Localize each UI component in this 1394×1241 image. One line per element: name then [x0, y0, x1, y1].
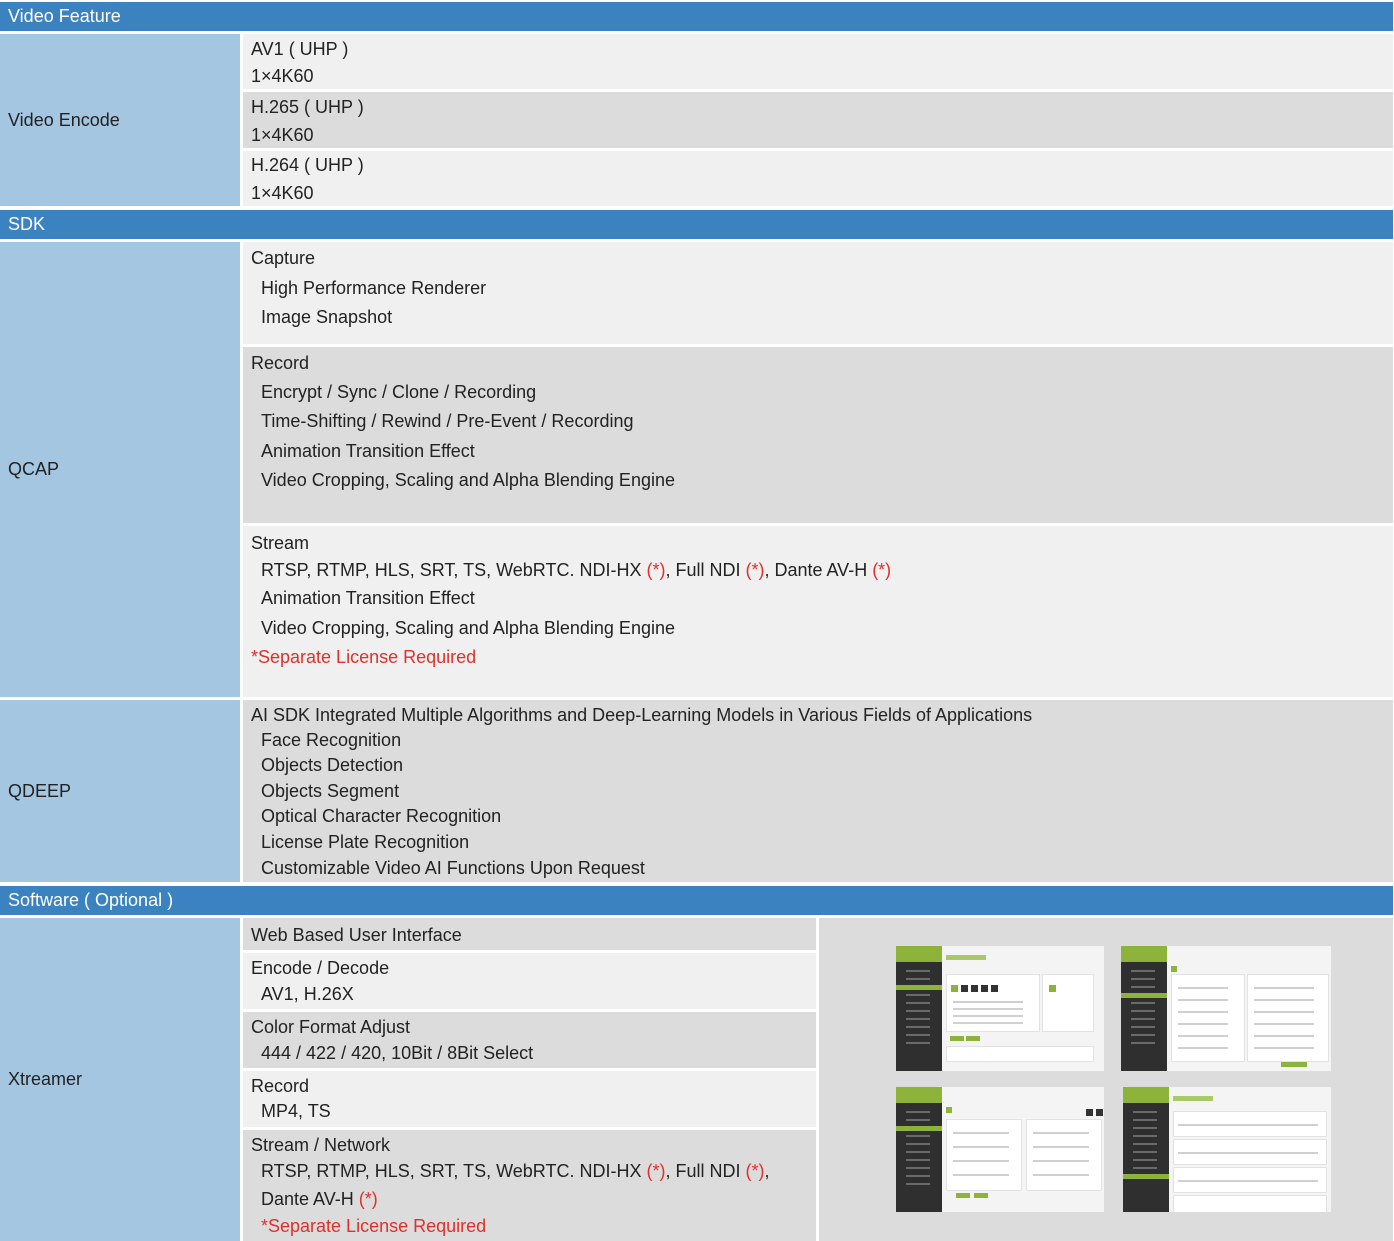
xtreamer-screenshot-video-settings	[1121, 946, 1331, 1071]
license-mark: (*)	[745, 560, 765, 580]
qcap-capture: Capture High Performance Renderer Image …	[243, 242, 1393, 344]
record-item: Encrypt / Sync / Clone / Recording	[261, 382, 537, 402]
codec-spec: 1×4K60	[251, 183, 314, 203]
stream-protocols-cont: Dante AV-H (*)	[261, 1188, 378, 1210]
protocols-text: Dante AV-H	[261, 1189, 359, 1209]
color-value: 444 / 422 / 420, 10Bit / 8Bit Select	[261, 1043, 534, 1063]
qdeep-item: License Plate Recognition	[261, 832, 470, 852]
codec-row-av1: AV1 ( UHP ) 1×4K60	[243, 34, 1393, 89]
qdeep-features: AI SDK Integrated Multiple Algorithms an…	[243, 700, 1393, 882]
qdeep-item: Objects Segment	[261, 781, 400, 801]
xtreamer-screenshots-panel	[819, 918, 1393, 1241]
xtreamer-stream: Stream / Network RTSP, RTMP, HLS, SRT, T…	[243, 1130, 816, 1241]
encode-value: AV1, H.26X	[261, 984, 354, 1004]
record-title: Record	[251, 353, 310, 373]
protocols-text: , Dante AV-H	[764, 560, 873, 580]
capture-item: Image Snapshot	[261, 307, 393, 327]
record-value: MP4, TS	[261, 1101, 331, 1121]
license-mark: (*)	[745, 1161, 765, 1181]
stream-title: Stream	[251, 533, 310, 553]
xtreamer-encode: Encode / Decode AV1, H.26X	[243, 953, 816, 1009]
capture-title: Capture	[251, 248, 316, 268]
label-xtreamer: Xtreamer	[0, 918, 240, 1241]
record-item: Video Cropping, Scaling and Alpha Blendi…	[261, 470, 675, 490]
codec-row-h265: H.265 ( UHP ) 1×4K60	[243, 92, 1393, 148]
protocols-text: RTSP, RTMP, HLS, SRT, TS, WebRTC. NDI-HX	[261, 1161, 647, 1181]
xtreamer-screenshot-network	[896, 1087, 1104, 1212]
license-mark: (*)	[646, 560, 666, 580]
xtreamer-screenshot-status	[1123, 1087, 1331, 1212]
stream-protocols: RTSP, RTMP, HLS, SRT, TS, WebRTC. NDI-HX…	[261, 1160, 769, 1182]
qcap-stream: Stream RTSP, RTMP, HLS, SRT, TS, WebRTC.…	[243, 526, 1393, 697]
label-video-encode: Video Encode	[0, 34, 240, 206]
color-title: Color Format Adjust	[251, 1017, 411, 1037]
protocols-text: , Full NDI	[665, 560, 746, 580]
encode-title: Encode / Decode	[251, 958, 390, 978]
section-header-sdk: SDK	[0, 210, 1393, 239]
capture-item: High Performance Renderer	[261, 278, 487, 298]
stream-title: Stream / Network	[251, 1135, 391, 1155]
xtreamer-screenshot-encoder	[896, 946, 1104, 1071]
qdeep-item: Optical Character Recognition	[261, 806, 502, 826]
xtreamer-color: Color Format Adjust 444 / 422 / 420, 10B…	[243, 1012, 816, 1068]
xtreamer-record: Record MP4, TS	[243, 1071, 816, 1127]
qdeep-title: AI SDK Integrated Multiple Algorithms an…	[251, 705, 1033, 725]
record-title: Record	[251, 1076, 310, 1096]
license-note: *Separate License Required	[261, 1216, 487, 1236]
record-item: Animation Transition Effect	[261, 441, 475, 461]
label-qdeep: QDEEP	[0, 700, 240, 882]
codec-name: H.265 ( UHP )	[251, 97, 364, 117]
qdeep-item: Face Recognition	[261, 730, 402, 750]
license-mark: (*)	[358, 1189, 378, 1209]
label-qcap: QCAP	[0, 242, 240, 697]
protocols-text: RTSP, RTMP, HLS, SRT, TS, WebRTC. NDI-HX	[261, 560, 647, 580]
codec-spec: 1×4K60	[251, 66, 314, 86]
stream-item: Animation Transition Effect	[261, 588, 475, 608]
license-note: *Separate License Required	[251, 647, 477, 667]
stream-item: Video Cropping, Scaling and Alpha Blendi…	[261, 618, 675, 638]
license-mark: (*)	[646, 1161, 666, 1181]
record-item: Time-Shifting / Rewind / Pre-Event / Rec…	[261, 411, 634, 431]
protocols-text: ,	[764, 1161, 770, 1181]
codec-row-h264: H.264 ( UHP ) 1×4K60	[243, 151, 1393, 206]
web-ui-text: Web Based User Interface	[251, 925, 462, 945]
codec-spec: 1×4K60	[251, 125, 314, 145]
qdeep-item: Objects Detection	[261, 755, 404, 775]
qcap-record: Record Encrypt / Sync / Clone / Recordin…	[243, 347, 1393, 523]
license-mark: (*)	[872, 560, 892, 580]
section-header-software: Software ( Optional )	[0, 886, 1393, 915]
protocols-text: , Full NDI	[665, 1161, 746, 1181]
stream-protocols: RTSP, RTMP, HLS, SRT, TS, WebRTC. NDI-HX…	[261, 559, 891, 581]
section-header-video-feature: Video Feature	[0, 2, 1393, 31]
qdeep-item: Customizable Video AI Functions Upon Req…	[261, 858, 645, 878]
codec-name: AV1 ( UHP )	[251, 39, 349, 59]
xtreamer-web-ui: Web Based User Interface	[243, 918, 816, 950]
codec-name: H.264 ( UHP )	[251, 155, 364, 175]
